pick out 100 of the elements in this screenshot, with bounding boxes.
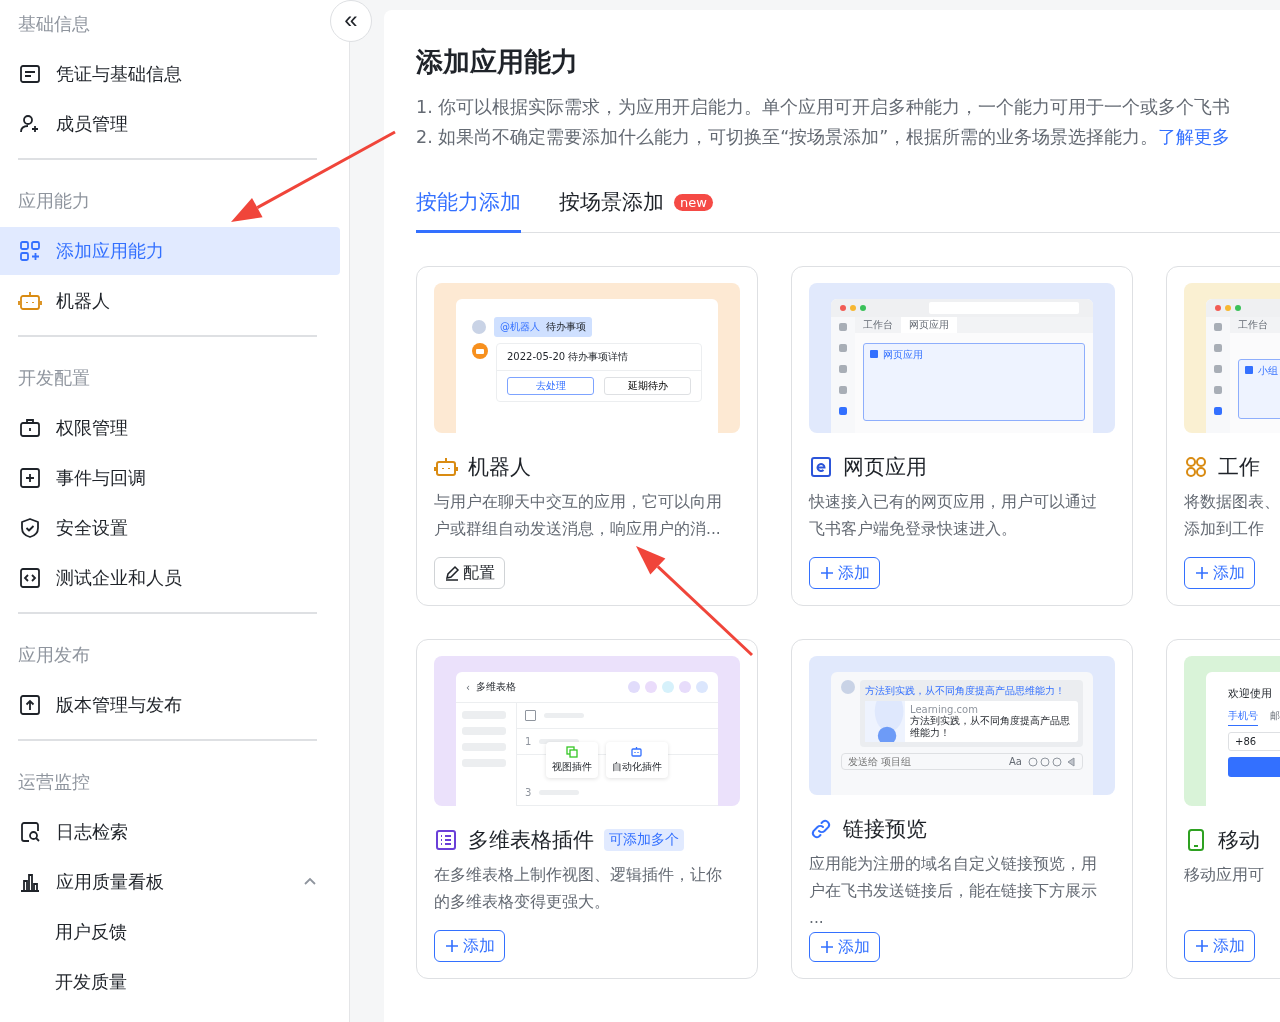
section-header: 开发配置 xyxy=(17,366,91,390)
avatar-icon xyxy=(662,681,674,693)
frame-label: 网页应用 xyxy=(883,348,923,362)
tab[interactable]: 按能力添加 xyxy=(416,188,521,233)
nav-icon[interactable] xyxy=(1214,344,1222,352)
frame-label: 小组 xyxy=(1258,364,1278,378)
add-button[interactable]: 添加 xyxy=(1184,557,1255,589)
nav-icon[interactable] xyxy=(1214,323,1222,331)
pencil-icon xyxy=(444,565,460,581)
nav-icon[interactable] xyxy=(839,407,847,415)
login-tab[interactable]: 手机号 xyxy=(1228,709,1258,726)
nav-item[interactable]: 凭证与基础信息 xyxy=(0,50,340,98)
mention-text: @机器人 xyxy=(500,320,540,334)
plugin-chip[interactable]: 自动化插件 xyxy=(606,742,668,778)
plus-icon xyxy=(819,939,835,956)
robot-icon xyxy=(631,746,643,758)
search-document-icon xyxy=(18,820,42,844)
nav-item[interactable]: 权限管理 xyxy=(0,404,340,452)
nav-icon[interactable] xyxy=(839,323,847,331)
nav-icon[interactable] xyxy=(839,365,847,373)
message-input[interactable]: 发送给 项目组 Aa xyxy=(841,753,1083,770)
add-button[interactable]: 添加 xyxy=(809,557,880,589)
browser-tab[interactable]: 网页应用 xyxy=(901,317,957,333)
row-number: 3 xyxy=(525,787,532,798)
card-description: 应用能为注册的域名自定义链接预览，用户在飞书发送链接后，能在链接下方展示... xyxy=(809,854,1098,930)
card-title: 网页应用 xyxy=(843,454,927,481)
nav-item[interactable]: 成员管理 xyxy=(0,100,340,148)
section-header: 应用能力 xyxy=(17,189,91,213)
configure-button[interactable]: 配置 xyxy=(434,557,505,589)
add-button[interactable]: 添加 xyxy=(434,930,505,962)
shield-check-icon xyxy=(18,516,42,540)
plus-square-icon xyxy=(18,466,42,490)
square-icon xyxy=(1245,366,1253,374)
nav-item[interactable]: 测试企业和人员 xyxy=(0,554,340,602)
nav-icon[interactable] xyxy=(1214,365,1222,373)
add-button[interactable]: 添加 xyxy=(809,932,880,962)
card-description: 快速接入已有的网页应用，用户可以通过飞书客户端免登录快速进入。 xyxy=(809,492,1098,540)
nav-icon[interactable] xyxy=(839,344,847,352)
preview-title: 方法到实践，从不同角度提高产品思维能力！ xyxy=(910,715,1071,739)
message-title: 2022-05-20 待办事项详情 xyxy=(497,344,701,371)
plugin-chip[interactable]: 视图插件 xyxy=(546,742,598,778)
back-arrow[interactable]: ‹ xyxy=(466,681,470,693)
square-icon xyxy=(870,350,878,358)
avatar-icon xyxy=(472,320,486,334)
intro-text: 1. 你可以根据实际需求，为应用开启能力。单个应用可开启多种能力，一个能力可用于一个或多个飞书 xyxy=(416,96,1232,119)
format-label[interactable]: Aa xyxy=(1009,756,1022,767)
copy-icon xyxy=(566,746,578,758)
window-controls-icon xyxy=(1214,304,1244,312)
card-title: 链接预览 xyxy=(843,816,927,844)
country-code-select[interactable]: +86 xyxy=(1228,732,1280,751)
card-description: 将数据图表、 xyxy=(1184,492,1280,513)
plus-icon xyxy=(1194,565,1210,581)
nav-item[interactable]: 日志检索 xyxy=(0,808,340,856)
briefcase-icon xyxy=(18,416,42,440)
login-tab[interactable]: 邮 xyxy=(1270,709,1280,726)
card-description: 在多维表格上制作视图、逻辑插件，让你的多维表格变得更强大。 xyxy=(434,865,723,913)
robot-icon xyxy=(434,455,458,479)
robot-avatar-icon xyxy=(472,343,488,359)
intro-text: 2. 如果尚不确定需要添加什么能力，可切换至“按场景添加”，根据所需的业务场景选择能力。了解更多 xyxy=(416,126,1232,149)
card-description: 移动应用可 xyxy=(1184,865,1265,886)
id-card-icon xyxy=(18,62,42,86)
upload-icon xyxy=(18,693,42,717)
avatar-icon xyxy=(679,681,691,693)
tab[interactable]: 按场景添加 new xyxy=(559,188,713,233)
count-badge: 可添加多个 xyxy=(604,829,684,851)
card-title: 移动 xyxy=(1218,827,1260,854)
code-icon xyxy=(18,566,42,590)
plus-icon xyxy=(444,938,460,954)
card-title: 工作 xyxy=(1218,454,1260,481)
robot-icon xyxy=(18,289,42,313)
nav-item[interactable]: 安全设置 xyxy=(0,504,340,552)
nav-icon[interactable] xyxy=(1214,386,1222,394)
message-text: 待办事项 xyxy=(546,320,586,334)
learn-more-link[interactable]: 了解更多 xyxy=(1158,127,1231,147)
browser-tab[interactable]: 工作台 xyxy=(855,317,901,333)
toolbar-icons[interactable] xyxy=(1028,756,1076,767)
nav-icon[interactable] xyxy=(1214,407,1222,415)
grid-icon xyxy=(1184,455,1208,479)
nav-item[interactable]: 应用质量看板 xyxy=(0,858,340,906)
grid-plus-icon xyxy=(18,239,42,263)
action-button[interactable]: 延期待办 xyxy=(604,377,691,395)
nav-item[interactable]: 版本管理与发布 xyxy=(0,681,340,729)
avatar-icon xyxy=(645,681,657,693)
checkbox[interactable] xyxy=(525,710,536,721)
avatar-icon xyxy=(841,680,855,694)
link-title[interactable]: 方法到实践，从不同角度提高产品思维能力！ xyxy=(865,684,1078,698)
plus-icon xyxy=(819,565,835,581)
nav-item[interactable]: 事件与回调 xyxy=(0,454,340,502)
nav-item[interactable]: 用户反馈 xyxy=(0,908,340,956)
card-title: 多维表格插件 xyxy=(468,827,594,854)
section-header: 运营监控 xyxy=(17,770,91,794)
avatar-icon xyxy=(628,681,640,693)
nav-item[interactable]: 开发质量 xyxy=(0,958,340,1006)
action-button[interactable]: 去处理 xyxy=(507,377,594,395)
nav-item[interactable]: 机器人 xyxy=(0,277,340,325)
nav-item[interactable]: 添加应用能力 xyxy=(0,227,340,275)
nav-icon[interactable] xyxy=(839,386,847,394)
plus-icon xyxy=(1194,938,1210,954)
add-button[interactable]: 添加 xyxy=(1184,930,1255,962)
table-title: 多维表格 xyxy=(476,680,516,694)
